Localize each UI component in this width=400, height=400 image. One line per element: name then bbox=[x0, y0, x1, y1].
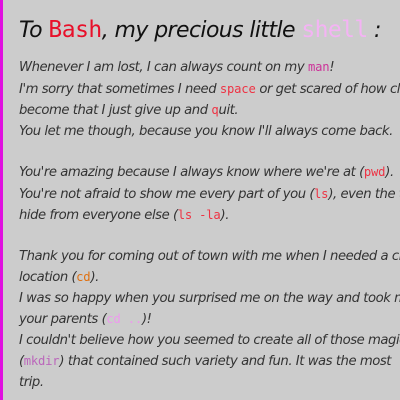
letter-body: Whenever I am lost, I can always count o… bbox=[19, 57, 400, 393]
text-run: ) that contained such variety and fun. I… bbox=[59, 354, 392, 369]
text-line: trip. bbox=[19, 373, 400, 394]
letter-page: To Bash, my precious little shell : When… bbox=[0, 0, 400, 400]
text-line: Whenever I am lost, I can always count o… bbox=[19, 57, 400, 79]
command-keyword: space bbox=[219, 81, 256, 96]
text-line: hide from everyone else (ls -la). bbox=[19, 205, 400, 227]
title-bash: Bash bbox=[48, 17, 102, 43]
text-line: (mkdir) that contained such variety and … bbox=[19, 351, 400, 373]
command-keyword: man bbox=[307, 60, 330, 74]
title-prefix: To bbox=[19, 18, 49, 43]
paragraph-3: Thank you for coming out of town with me… bbox=[19, 247, 400, 394]
text-run: trip. bbox=[19, 374, 44, 390]
title-shell: shell bbox=[301, 17, 368, 43]
text-run: I was so happy when you surprised me on … bbox=[19, 290, 400, 306]
text-line: You let me though, because you know I'll… bbox=[19, 122, 400, 143]
text-line: become that I just give up and quit. bbox=[19, 100, 400, 122]
letter-title: To Bash, my precious little shell : bbox=[19, 15, 400, 46]
text-run: your parents ( bbox=[19, 312, 107, 327]
text-run: become that I just give up and bbox=[19, 103, 212, 118]
command-keyword: ls -la bbox=[177, 208, 221, 222]
text-run: I'm sorry that sometimes I need bbox=[19, 81, 220, 97]
text-run: hide from everyone else ( bbox=[19, 208, 178, 223]
command-keyword: mkdir bbox=[23, 354, 60, 368]
text-line: location (cd). bbox=[19, 267, 400, 289]
text-line: I'm sorry that sometimes I need space or… bbox=[19, 79, 400, 101]
text-line: You're not afraid to show me every part … bbox=[19, 184, 400, 206]
text-run: You're not afraid to show me every part … bbox=[19, 186, 315, 202]
paragraph-2: You're amazing because I always know whe… bbox=[19, 162, 400, 227]
text-run: ). bbox=[90, 270, 99, 285]
command-keyword: pwd bbox=[363, 165, 386, 179]
text-line: Thank you for coming out of town with me… bbox=[19, 247, 400, 268]
title-middle: , my precious little bbox=[101, 18, 302, 43]
command-keyword: ls bbox=[314, 186, 329, 201]
text-run: I couldn't believe how you seemed to cre… bbox=[19, 332, 400, 348]
command-keyword: q bbox=[211, 103, 219, 117]
text-run: ). bbox=[220, 208, 230, 223]
text-line: your parents (cd ..)! bbox=[19, 309, 400, 331]
text-run: ! bbox=[329, 60, 335, 75]
letter: To Bash, my precious little shell : When… bbox=[19, 8, 400, 393]
text-run: ), even the th bbox=[328, 186, 400, 202]
paragraph-1: Whenever I am lost, I can always count o… bbox=[19, 57, 400, 142]
text-run: uit. bbox=[218, 103, 239, 118]
text-run: You let me though, because you know I'll… bbox=[19, 123, 393, 139]
text-run: ). bbox=[385, 165, 394, 180]
title-suffix: : bbox=[367, 18, 381, 43]
text-line: You're amazing because I always know whe… bbox=[19, 162, 400, 184]
text-run: Thank you for coming out of town with me… bbox=[19, 248, 400, 264]
text-run: location ( bbox=[19, 270, 77, 285]
text-line: I was so happy when you surprised me on … bbox=[19, 289, 400, 310]
text-run: )! bbox=[141, 312, 152, 327]
text-line: I couldn't believe how you seemed to cre… bbox=[19, 331, 400, 352]
text-run: You're amazing because I always know whe… bbox=[19, 165, 364, 180]
command-keyword: cd .. bbox=[106, 312, 142, 326]
text-run: or get scared of how clo bbox=[255, 81, 400, 97]
command-keyword: cd bbox=[76, 270, 91, 284]
left-accent-bar bbox=[0, 0, 3, 400]
text-run: Whenever I am lost, I can always count o… bbox=[19, 60, 308, 75]
